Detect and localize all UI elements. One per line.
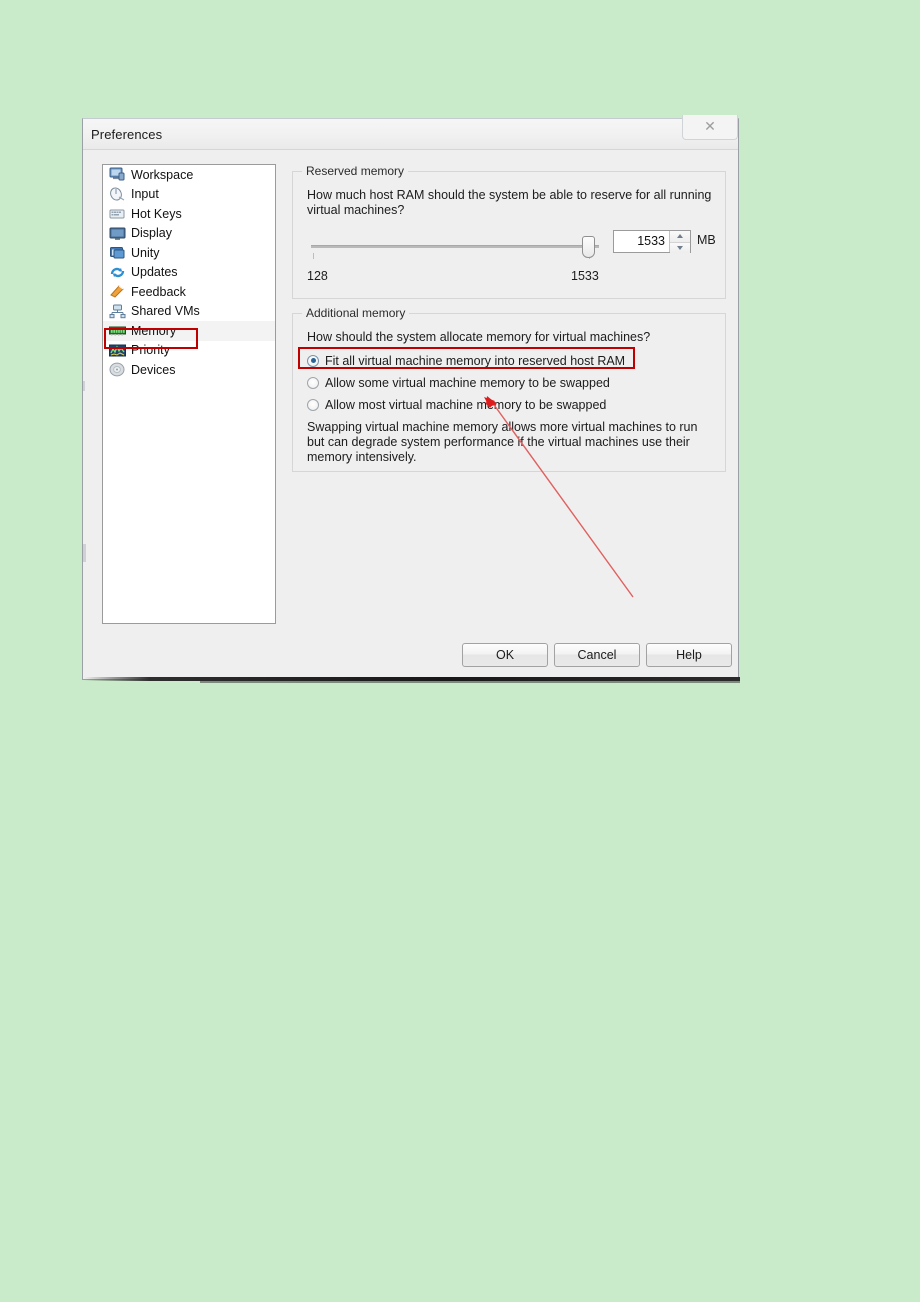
reserved-memory-spinbox[interactable]: 1533 [613,230,691,253]
category-list[interactable]: Workspace Input Hot Keys Display Unity U… [102,164,276,624]
radio-label: Allow some virtual machine memory to be … [325,375,610,390]
sidebar-item-label: Hot Keys [131,206,182,221]
slider-max-label: 1533 [571,269,599,283]
close-button[interactable]: ✕ [682,115,738,140]
megaphone-icon [109,284,126,299]
chevron-up-icon [677,234,683,239]
help-button[interactable]: Help [646,643,732,667]
sidebar-item-label: Priority [131,343,170,358]
reserved-memory-group-title: Reserved memory [302,164,409,178]
sidebar-item-devices[interactable]: Devices [103,360,275,380]
priority-graph-icon [109,343,126,358]
refresh-icon [109,265,126,280]
sidebar-item-label: Devices [131,362,176,377]
sidebar-item-priority[interactable]: Priority [103,341,275,361]
preferences-dialog: Preferences ✕ Workspace Input Hot Keys D… [82,115,739,680]
edge-artifact [83,544,86,562]
sidebar-item-label: Feedback [131,284,186,299]
chevron-down-icon [677,245,683,250]
spinbox-buttons[interactable] [669,231,690,253]
sidebar-item-shared-vms[interactable]: Shared VMs [103,302,275,322]
sidebar-item-label: Input [131,187,159,202]
slider-tick-min [313,253,314,259]
devices-disc-icon [109,362,126,377]
radio-allow-most-swapped[interactable]: Allow most virtual machine memory to be … [307,396,606,413]
monitor-icon [109,226,126,241]
slider-track[interactable] [311,245,599,248]
sidebar-item-label: Updates [131,265,178,280]
ok-button[interactable]: OK [462,643,548,667]
radio-button-icon[interactable] [307,354,319,367]
slider-min-label: 128 [307,269,328,283]
spinbox-decrement-button[interactable] [670,242,690,253]
sidebar-item-updates[interactable]: Updates [103,263,275,283]
window-shadow-secondary [200,681,740,683]
sidebar-item-feedback[interactable]: Feedback [103,282,275,302]
radio-button-icon[interactable] [307,398,319,411]
radio-label: Allow most virtual machine memory to be … [325,397,607,412]
radio-fit-all-memory[interactable]: Fit all virtual machine memory into rese… [307,352,625,369]
spinbox-value: 1533 [637,234,665,248]
sidebar-item-workspace[interactable]: Workspace [103,165,275,185]
edge-artifact [83,381,85,391]
title-bar: Preferences ✕ [83,115,738,150]
spinbox-increment-button[interactable] [670,231,690,243]
window-title: Preferences [91,127,163,142]
mouse-icon [109,187,126,202]
memory-unit-label: MB [697,233,716,247]
sidebar-item-label: Memory [131,323,177,338]
unity-window-icon [109,245,126,260]
radio-label: Fit all virtual machine memory into rese… [325,353,626,368]
sidebar-item-label: Display [131,226,172,241]
shared-vms-icon [109,304,126,319]
reserved-memory-description: How much host RAM should the system be a… [307,188,712,217]
reserved-memory-group: Reserved memory How much host RAM should… [292,164,726,299]
swapping-note: Swapping virtual machine memory allows m… [307,420,698,464]
sidebar-item-input[interactable]: Input [103,185,275,205]
slider-thumb[interactable] [582,236,595,258]
radio-allow-some-swapped[interactable]: Allow some virtual machine memory to be … [307,374,610,391]
sidebar-item-display[interactable]: Display [103,224,275,244]
additional-memory-group: Additional memory How should the system … [292,306,726,472]
sidebar-item-hot-keys[interactable]: Hot Keys [103,204,275,224]
radio-button-icon[interactable] [307,376,319,389]
additional-memory-group-title: Additional memory [302,306,410,320]
sidebar-item-label: Shared VMs [131,304,200,319]
cancel-button[interactable]: Cancel [554,643,640,667]
keyboard-icon [109,206,126,221]
additional-memory-description: How should the system allocate memory fo… [307,330,651,344]
close-icon: ✕ [704,119,716,135]
sidebar-item-label: Workspace [131,167,194,182]
sidebar-item-label: Unity [131,245,160,260]
sidebar-item-memory[interactable]: Memory [103,321,275,341]
workspace-icon [109,167,126,182]
memory-chip-icon [109,323,126,338]
sidebar-item-unity[interactable]: Unity [103,243,275,263]
reserved-memory-slider[interactable] [307,234,603,262]
